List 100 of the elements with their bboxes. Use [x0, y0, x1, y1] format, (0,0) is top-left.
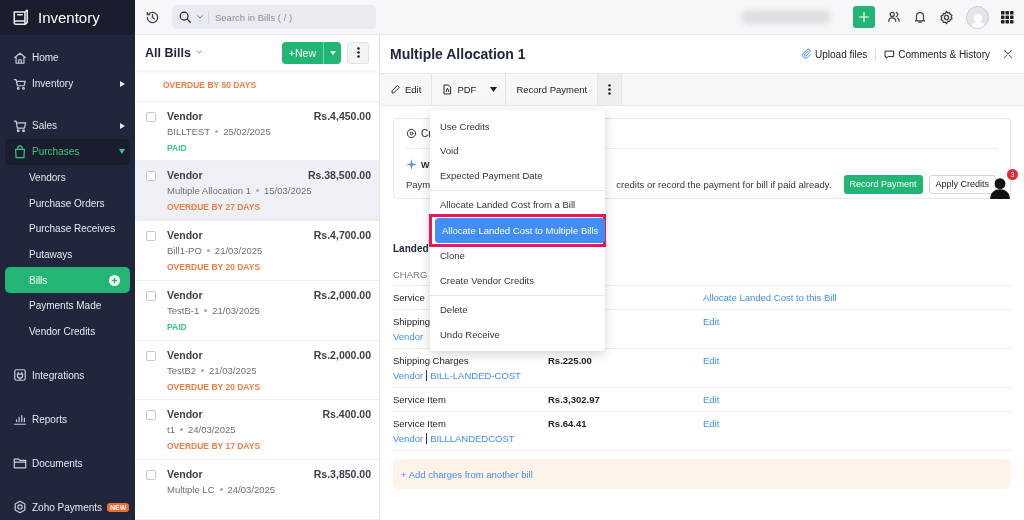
menu-item[interactable]: Use Credits — [430, 114, 605, 139]
bill-row[interactable]: Vendor Rs.3,850.00 Multiple LC 24/03/2025 — [135, 460, 379, 520]
bill-row[interactable]: Vendor Rs.2,000.00 TestB2 21/03/2025 OVERDUE BY 20 DAYS — [135, 340, 379, 401]
card-heading: Cr — [421, 128, 432, 139]
bill-date: 15/03/2025 — [263, 185, 312, 197]
expand-arrow-icon — [120, 122, 125, 129]
bill-status: OVERDUE BY 20 DAYS — [167, 381, 262, 392]
sidebar-subitem[interactable]: Payments Made — [5, 292, 130, 319]
sidebar-subitem[interactable]: Purchase Receives — [5, 216, 130, 242]
checkbox[interactable] — [146, 231, 156, 242]
comment-icon — [884, 48, 896, 60]
vendor-name: Vendor — [167, 169, 204, 182]
sidebar-item[interactable]: Reports — [5, 406, 130, 432]
bill-status: PAID — [167, 321, 188, 332]
vendor-name: Vendor — [167, 109, 204, 122]
sidebar-subitem[interactable]: Putaways — [5, 241, 130, 268]
search-icon — [178, 10, 192, 24]
bill-row[interactable]: Vendor Rs.38,500.00 Multiple Allocation 1 15/03/2025 OVERDUE BY 27 DAYS — [135, 161, 379, 222]
sidebar-subitem[interactable]: Vendor Credits — [5, 318, 130, 344]
bill-status: OVERDUE BY 20 DAYS — [167, 262, 262, 273]
bill-number: t1 — [167, 424, 175, 436]
sidebar-subitem[interactable]: Purchase Orders — [5, 190, 130, 217]
bill-status: OVERDUE BY 50 DAYS — [163, 80, 257, 91]
menu-item[interactable]: Expected Payment Date — [430, 163, 605, 188]
charge-name: Shipping — [393, 316, 430, 327]
list-view-dropdown[interactable]: All Bills — [145, 45, 204, 60]
menu-item[interactable]: Allocate Landed Cost from a Bill — [430, 192, 605, 217]
bill-status: OVERDUE BY 27 DAYS — [167, 202, 262, 213]
quick-create-button[interactable] — [853, 6, 875, 28]
bill-row[interactable]: Vendor Rs.400.00 t1 24/03/2025 OVERDUE BY 17 DAYS — [135, 400, 379, 461]
chart-icon — [13, 412, 27, 426]
charge-amount: Rs.64.41 — [548, 418, 587, 429]
assistant-avatar[interactable] — [988, 175, 1012, 199]
checkbox[interactable] — [146, 111, 156, 122]
bill-status: PAID — [167, 142, 188, 153]
sidebar-item[interactable]: Documents — [5, 450, 130, 476]
sidebar-subitem[interactable]: Vendors — [5, 164, 130, 191]
checkbox[interactable] — [146, 470, 156, 481]
vendor-name: Vendor — [167, 229, 204, 242]
menu-item[interactable]: Clone — [430, 243, 605, 268]
user-avatar[interactable] — [966, 5, 989, 29]
bill-row[interactable]: Vendor Rs.2,000.00 TestB-1 21/03/2025 PAID — [135, 280, 379, 341]
pdf-button[interactable]: PDF — [432, 74, 483, 105]
caret-icon — [197, 15, 203, 19]
vendor-name: Vendor — [167, 288, 204, 301]
search-field[interactable]: Search in Bills ( / ) — [172, 5, 376, 29]
card-text: Paym — [406, 178, 431, 190]
bill-amount: Rs.2,000.00 — [313, 348, 371, 361]
apply-credits-button[interactable]: Apply Credits — [928, 174, 997, 194]
checkbox[interactable] — [146, 350, 156, 361]
comments-history-link[interactable]: Comments & History — [884, 48, 990, 60]
more-options-button[interactable] — [347, 41, 369, 64]
bill-amount: Rs.4,450.00 — [313, 109, 371, 122]
checkbox[interactable] — [146, 171, 156, 182]
bill-number: BILLTEST — [167, 125, 211, 137]
caret-icon — [490, 87, 498, 92]
bill-title: Multiple Allocation 1 — [390, 46, 526, 62]
sidebar-item[interactable]: Home — [5, 44, 130, 71]
checkbox[interactable] — [146, 410, 156, 421]
paperclip-icon — [801, 47, 813, 59]
more-actions-button[interactable] — [598, 74, 623, 105]
checkbox[interactable] — [146, 290, 156, 301]
sidebar-item[interactable]: Inventory — [5, 70, 130, 97]
sidebar-item[interactable]: Sales — [5, 112, 130, 139]
plug-icon — [13, 368, 27, 382]
card-text: credits or record the payment for bill if paid already. — [616, 178, 832, 190]
menu-item[interactable]: Create Vendor Credits — [430, 268, 605, 293]
vendor-name: Vendor — [167, 468, 204, 481]
target-icon — [406, 128, 417, 139]
charge-amount: Rs.225.00 — [548, 355, 592, 366]
book-icon — [12, 8, 30, 27]
sidebar-item[interactable]: Integrations — [5, 362, 130, 388]
apps-icon[interactable] — [1001, 10, 1014, 24]
bill-row[interactable]: Vendor Rs.4,700.00 Bill1-PO 21/03/2025 OVERDUE BY 20 DAYS — [135, 221, 379, 281]
menu-item[interactable]: Void — [430, 138, 605, 163]
bill-status: OVERDUE BY 17 DAYS — [167, 441, 262, 452]
search-input[interactable]: Search in Bills ( / ) — [208, 10, 368, 24]
sparkle-icon — [406, 159, 417, 170]
charge-name: Service Item — [393, 418, 446, 429]
menu-item[interactable]: Undo Receive — [430, 322, 605, 347]
bill-amount: Rs.400.00 — [322, 408, 371, 421]
folder-icon — [13, 456, 27, 470]
column-header: CHARG — [393, 269, 428, 280]
bag-icon — [13, 144, 27, 159]
bill-amount: Rs.4,700.00 — [313, 229, 371, 242]
document-icon — [442, 84, 454, 95]
action-link[interactable]: Allocate Landed Cost to this Bill — [703, 292, 837, 303]
bill-date: 21/03/2025 — [212, 304, 260, 316]
vendor-name: Vendor — [167, 408, 204, 421]
upload-files-link[interactable]: Upload files — [801, 47, 868, 61]
sidebar-item[interactable]: Purchases — [5, 138, 130, 165]
app-name: Inventory — [38, 8, 100, 26]
collapse-arrow-icon — [119, 149, 125, 155]
add-icon — [109, 274, 120, 286]
menu-item[interactable]: Delete — [430, 297, 605, 322]
bill-number: Bill1-PO — [167, 245, 202, 257]
charge-name: Service Item — [393, 394, 446, 405]
bill-number: Multiple LC — [167, 484, 215, 496]
edit-button[interactable]: Edit — [380, 74, 433, 105]
bill-date: 24/03/2025 — [187, 424, 236, 436]
